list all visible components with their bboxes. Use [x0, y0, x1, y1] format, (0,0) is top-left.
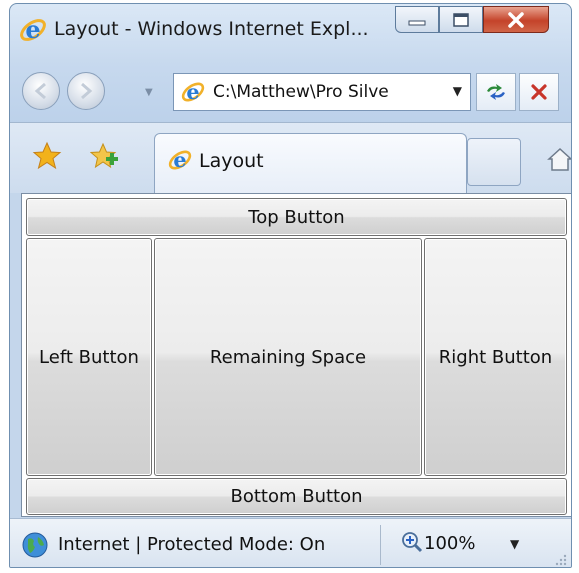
back-button[interactable]: [22, 72, 60, 110]
minimize-icon: [408, 20, 426, 25]
tab-label: Layout: [199, 150, 264, 172]
zoom-dropdown-icon[interactable]: ▼: [510, 537, 519, 551]
page-ie-icon: e: [181, 79, 205, 104]
recent-pages-dropdown[interactable]: ▼: [145, 87, 153, 98]
svg-text:e: e: [186, 79, 199, 104]
left-button[interactable]: Left Button: [26, 238, 152, 476]
tab-bar: e Layout: [10, 122, 571, 193]
browser-window: e Layout - Windows Internet Expl... ▼ e …: [9, 3, 572, 568]
close-button[interactable]: [483, 6, 549, 33]
internet-globe-icon: [22, 532, 48, 558]
navigation-bar: ▼ e C:\Matthew\Pro Silve ▼: [10, 60, 571, 122]
ie-logo-icon: e: [20, 15, 46, 44]
zoom-icon[interactable]: [401, 531, 423, 553]
forward-arrow-icon: [81, 82, 93, 100]
title-bar[interactable]: e Layout - Windows Internet Expl...: [10, 4, 571, 60]
tab-layout[interactable]: e Layout: [154, 133, 467, 193]
top-button[interactable]: Top Button: [26, 198, 567, 236]
right-button[interactable]: Right Button: [424, 238, 567, 476]
refresh-button[interactable]: [476, 73, 516, 111]
security-zone-text[interactable]: Internet | Protected Mode: On: [58, 534, 325, 555]
svg-text:e: e: [25, 15, 40, 44]
page-content: Top Button Left Button Remaining Space R…: [21, 193, 571, 517]
home-icon[interactable]: [546, 145, 572, 173]
resize-grip-icon[interactable]: [554, 553, 568, 567]
add-favorites-icon[interactable]: [90, 141, 120, 171]
favorites-star-icon[interactable]: [32, 141, 62, 171]
address-url[interactable]: C:\Matthew\Pro Silve: [213, 82, 389, 102]
address-bar[interactable]: e C:\Matthew\Pro Silve ▼: [173, 73, 471, 111]
forward-button[interactable]: [67, 72, 105, 110]
zoom-level[interactable]: 100%: [424, 533, 475, 554]
minimize-button[interactable]: [395, 6, 439, 33]
stop-button[interactable]: [519, 73, 559, 111]
tab-ie-icon: e: [168, 147, 192, 172]
back-arrow-icon: [34, 82, 46, 100]
address-dropdown-icon[interactable]: ▼: [453, 84, 462, 98]
window-title: Layout - Windows Internet Expl...: [54, 18, 369, 40]
stop-icon: [531, 84, 547, 100]
refresh-icon: [487, 84, 505, 100]
close-icon: [508, 11, 524, 28]
maximize-icon: [453, 12, 469, 27]
new-tab-button[interactable]: [467, 138, 521, 186]
status-bar: Internet | Protected Mode: On 100% ▼: [10, 518, 571, 567]
svg-text:e: e: [173, 147, 186, 172]
status-separator: [380, 525, 381, 565]
caption-buttons: [395, 6, 549, 34]
maximize-button[interactable]: [439, 6, 483, 33]
bottom-button[interactable]: Bottom Button: [26, 478, 567, 515]
remaining-space-button[interactable]: Remaining Space: [154, 238, 422, 476]
